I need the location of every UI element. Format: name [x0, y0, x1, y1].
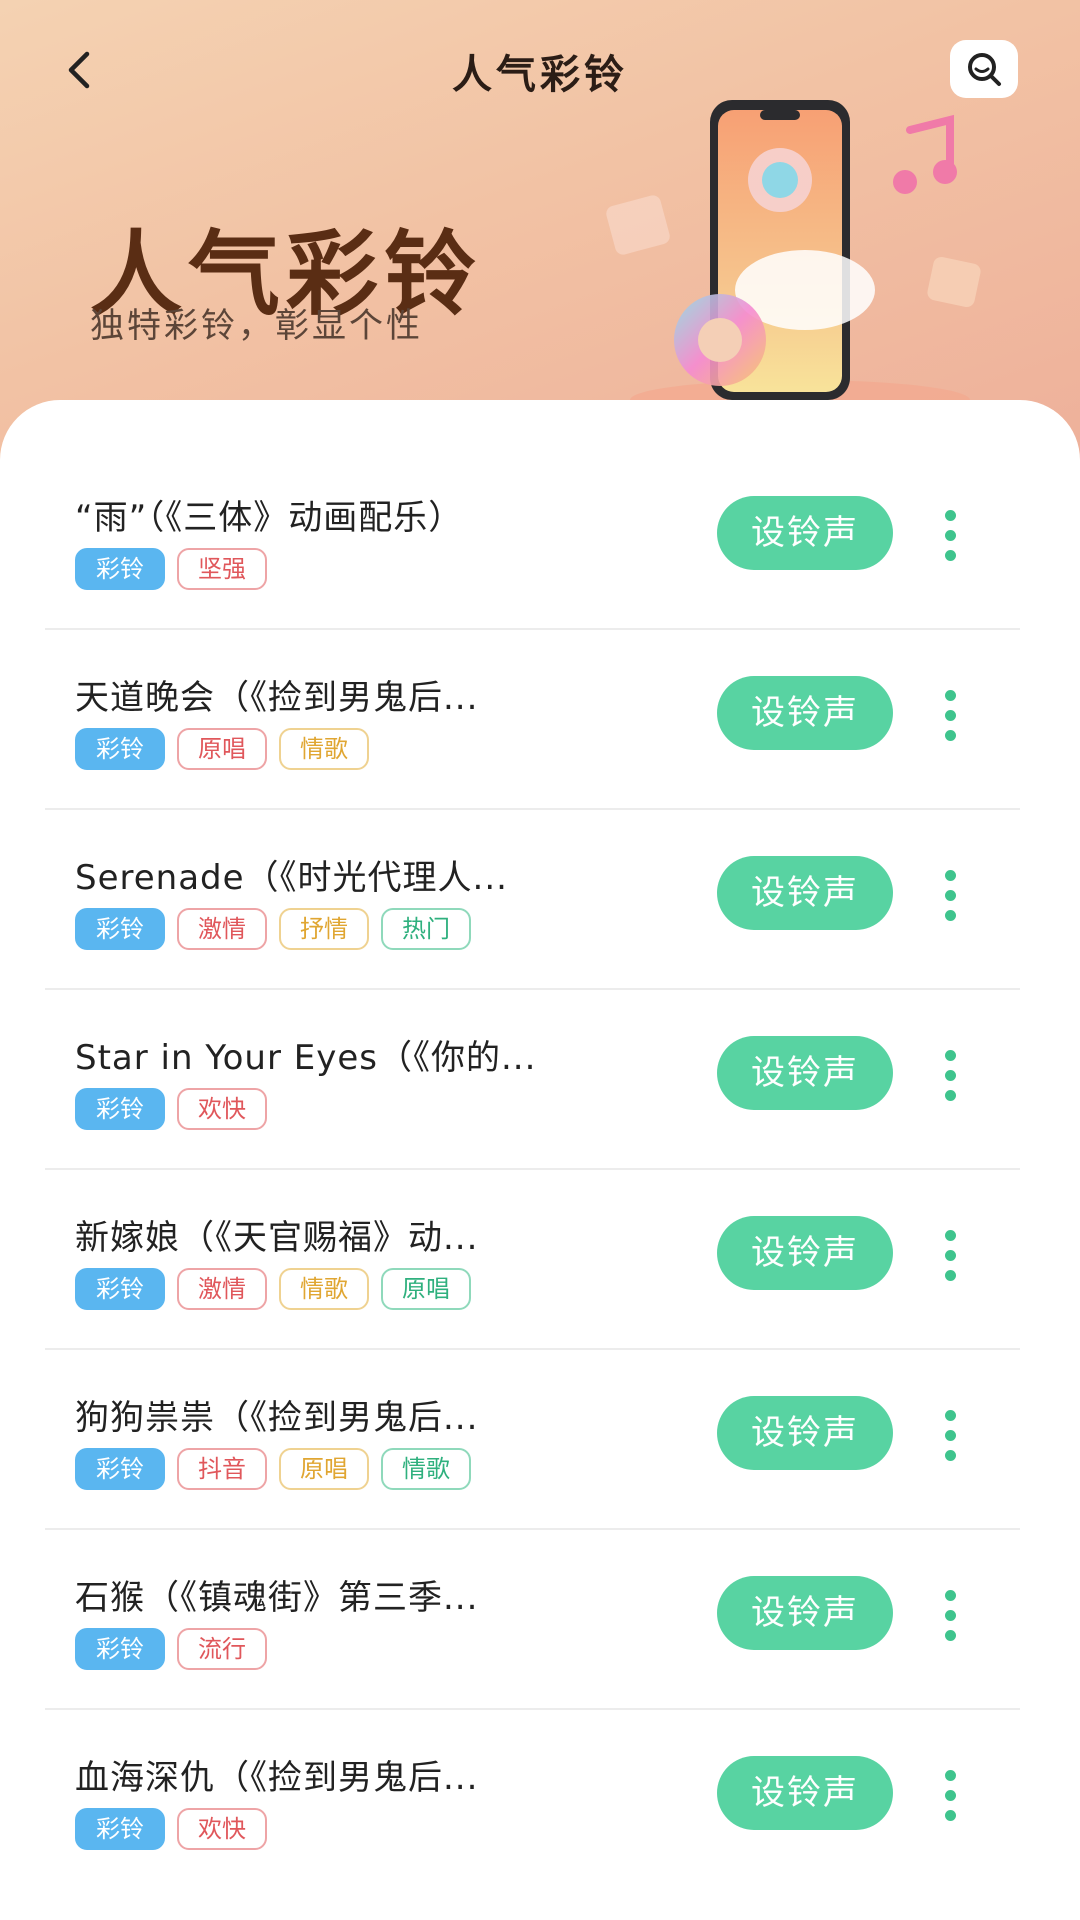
tag: 欢快 [177, 1088, 267, 1130]
tag: 热门 [381, 908, 471, 950]
tag-group: 彩铃 欢快 [75, 1808, 267, 1850]
tag: 激情 [177, 908, 267, 950]
list-item[interactable]: 石猴（《镇魂街》第三季... 彩铃 流行 设铃声 [45, 1530, 1020, 1710]
set-ringtone-button[interactable]: 设铃声 [717, 1396, 893, 1470]
tag: 原唱 [381, 1268, 471, 1310]
tag-group: 彩铃 激情 情歌 原唱 [75, 1268, 471, 1310]
song-title: Star in Your Eyes（《你的... [75, 1038, 537, 1078]
set-ringtone-button[interactable]: 设铃声 [717, 1576, 893, 1650]
song-title: 血海深仇（《捡到男鬼后... [75, 1758, 479, 1798]
more-options-icon[interactable] [925, 1210, 975, 1300]
ringtone-page: 人气彩铃 人气彩铃 独特彩铃，彰显个性 “雨”（《三体》动画配乐） 彩铃 坚强 … [0, 0, 1080, 1920]
more-options-icon[interactable] [925, 1030, 975, 1120]
song-title: 新嫁娘（《天官赐福》动... [75, 1218, 479, 1258]
search-icon [968, 53, 1001, 86]
tag: 情歌 [381, 1448, 471, 1490]
tag: 彩铃 [75, 1088, 165, 1130]
set-ringtone-button[interactable]: 设铃声 [717, 676, 893, 750]
tag-group: 彩铃 坚强 [75, 548, 267, 590]
tag: 坚强 [177, 548, 267, 590]
tag: 抖音 [177, 1448, 267, 1490]
tag: 彩铃 [75, 728, 165, 770]
tag-group: 彩铃 欢快 [75, 1088, 267, 1130]
song-title: 天道晚会（《捡到男鬼后... [75, 678, 479, 718]
more-options-icon[interactable] [925, 1390, 975, 1480]
tag-group: 彩铃 激情 抒情 热门 [75, 908, 471, 950]
tag: 彩铃 [75, 548, 165, 590]
more-options-icon[interactable] [925, 670, 975, 760]
tag: 彩铃 [75, 1268, 165, 1310]
song-title: “雨”（《三体》动画配乐） [75, 498, 464, 538]
tag: 流行 [177, 1628, 267, 1670]
more-options-icon[interactable] [925, 490, 975, 580]
tag: 彩铃 [75, 908, 165, 950]
tag: 欢快 [177, 1808, 267, 1850]
list-item[interactable]: 血海深仇（《捡到男鬼后... 彩铃 欢快 设铃声 [45, 1710, 1020, 1890]
more-options-icon[interactable] [925, 850, 975, 940]
hero-subtitle: 独特彩铃，彰显个性 [90, 306, 423, 346]
list-item[interactable]: “雨”（《三体》动画配乐） 彩铃 坚强 设铃声 [45, 450, 1020, 630]
set-ringtone-button[interactable]: 设铃声 [717, 1756, 893, 1830]
phone-illustration [606, 100, 981, 420]
more-options-icon[interactable] [925, 1750, 975, 1840]
tag-group: 彩铃 抖音 原唱 情歌 [75, 1448, 471, 1490]
list-item[interactable]: Serenade（《时光代理人... 彩铃 激情 抒情 热门 设铃声 [45, 810, 1020, 990]
list-item[interactable]: 新嫁娘（《天官赐福》动... 彩铃 激情 情歌 原唱 设铃声 [45, 1170, 1020, 1350]
chevron-left-icon [68, 51, 90, 89]
tag: 原唱 [177, 728, 267, 770]
tag: 激情 [177, 1268, 267, 1310]
back-button[interactable] [40, 40, 120, 100]
set-ringtone-button[interactable]: 设铃声 [717, 1036, 893, 1110]
set-ringtone-button[interactable]: 设铃声 [717, 1216, 893, 1290]
tag: 彩铃 [75, 1448, 165, 1490]
more-options-icon[interactable] [925, 1570, 975, 1660]
tag: 原唱 [279, 1448, 369, 1490]
ringtone-list: “雨”（《三体》动画配乐） 彩铃 坚强 设铃声 天道晚会（《捡到男鬼后... 彩… [0, 400, 1080, 1920]
tag: 抒情 [279, 908, 369, 950]
song-title: 石猴（《镇魂街》第三季... [75, 1578, 479, 1618]
list-item[interactable]: 狗狗祟祟（《捡到男鬼后... 彩铃 抖音 原唱 情歌 设铃声 [45, 1350, 1020, 1530]
set-ringtone-button[interactable]: 设铃声 [717, 856, 893, 930]
list-item[interactable]: Star in Your Eyes（《你的... 彩铃 欢快 设铃声 [45, 990, 1020, 1170]
tag-group: 彩铃 流行 [75, 1628, 267, 1670]
tag: 彩铃 [75, 1628, 165, 1670]
tag: 情歌 [279, 1268, 369, 1310]
tag-group: 彩铃 原唱 情歌 [75, 728, 369, 770]
tag: 彩铃 [75, 1808, 165, 1850]
list-item[interactable]: 天道晚会（《捡到男鬼后... 彩铃 原唱 情歌 设铃声 [45, 630, 1020, 810]
song-title: Serenade（《时光代理人... [75, 858, 508, 898]
tag: 情歌 [279, 728, 369, 770]
song-title: 狗狗祟祟（《捡到男鬼后... [75, 1398, 479, 1438]
set-ringtone-button[interactable]: 设铃声 [717, 496, 893, 570]
